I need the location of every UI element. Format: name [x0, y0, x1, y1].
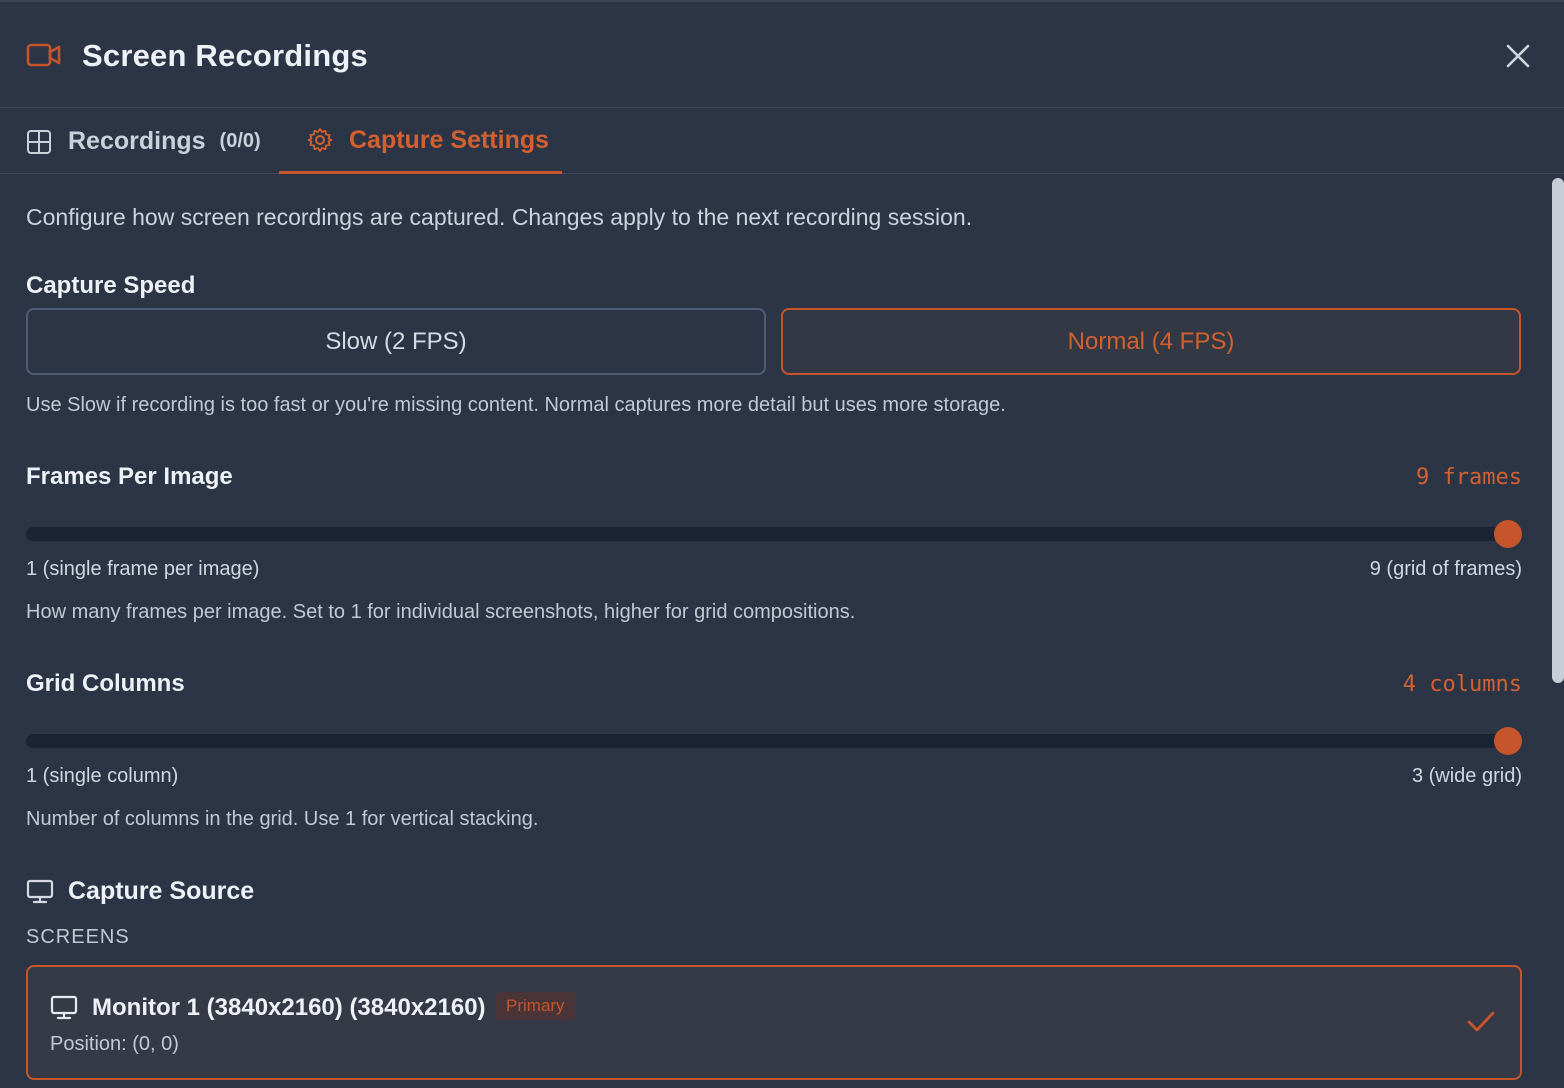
frames-per-image-title: Frames Per Image [26, 463, 233, 490]
frames-slider[interactable] [26, 520, 1522, 548]
tab-recordings[interactable]: Recordings (0/0) [26, 109, 261, 174]
monitor-name: Monitor 1 (3840x2160) (3840x2160) [92, 994, 486, 1021]
monitor-1-card[interactable]: Monitor 1 (3840x2160) (3840x2160) Primar… [26, 965, 1522, 1080]
monitor-icon [26, 879, 54, 903]
screens-label: SCREENS [26, 926, 130, 948]
capture-speed-help: Use Slow if recording is too fast or you… [26, 394, 1006, 416]
tab-capture-settings-label: Capture Settings [349, 125, 550, 154]
grid-icon [27, 129, 51, 154]
frames-slider-thumb[interactable] [1494, 520, 1522, 548]
frames-max-label: 9 (grid of frames) [1369, 558, 1522, 580]
monitor-icon [50, 995, 78, 1020]
capture-speed-title: Capture Speed [26, 272, 196, 299]
close-icon[interactable] [1502, 40, 1534, 72]
dialog-header: Screen Recordings [0, 2, 1564, 108]
capture-source-heading: Capture Source [26, 877, 254, 906]
settings-description: Configure how screen recordings are capt… [26, 204, 973, 230]
grid-columns-title: Grid Columns [26, 670, 185, 697]
capture-source-title: Capture Source [68, 877, 255, 905]
monitor-position: Position: (0, 0) [50, 1033, 179, 1055]
columns-help: Number of columns in the grid. Use 1 for… [26, 808, 539, 830]
recordings-count: (0/0) [219, 130, 261, 152]
speed-normal-button[interactable]: Normal (4 FPS) [781, 308, 1521, 375]
video-camera-icon [26, 43, 61, 67]
checkmark-icon [1467, 1011, 1495, 1032]
columns-slider-thumb[interactable] [1494, 727, 1522, 755]
gear-icon [307, 128, 333, 152]
columns-value: 4 columns [1402, 672, 1522, 697]
dialog-title: Screen Recordings [82, 38, 368, 73]
columns-max-label: 3 (wide grid) [1411, 765, 1522, 787]
columns-min-label: 1 (single column) [26, 765, 179, 787]
frames-min-label: 1 (single frame per image) [26, 558, 260, 580]
scrollbar-thumb[interactable] [1552, 178, 1564, 683]
speed-slow-button[interactable]: Slow (2 FPS) [26, 308, 766, 375]
frames-help: How many frames per image. Set to 1 for … [26, 601, 856, 623]
tab-recordings-label: Recordings [68, 127, 206, 155]
primary-badge: Primary [496, 992, 575, 1020]
frames-value: 9 frames [1416, 465, 1522, 490]
columns-slider[interactable] [26, 727, 1522, 755]
tab-capture-settings[interactable]: Capture Settings [279, 109, 562, 174]
tab-bar: Recordings (0/0) Capture Settings [0, 109, 1564, 174]
